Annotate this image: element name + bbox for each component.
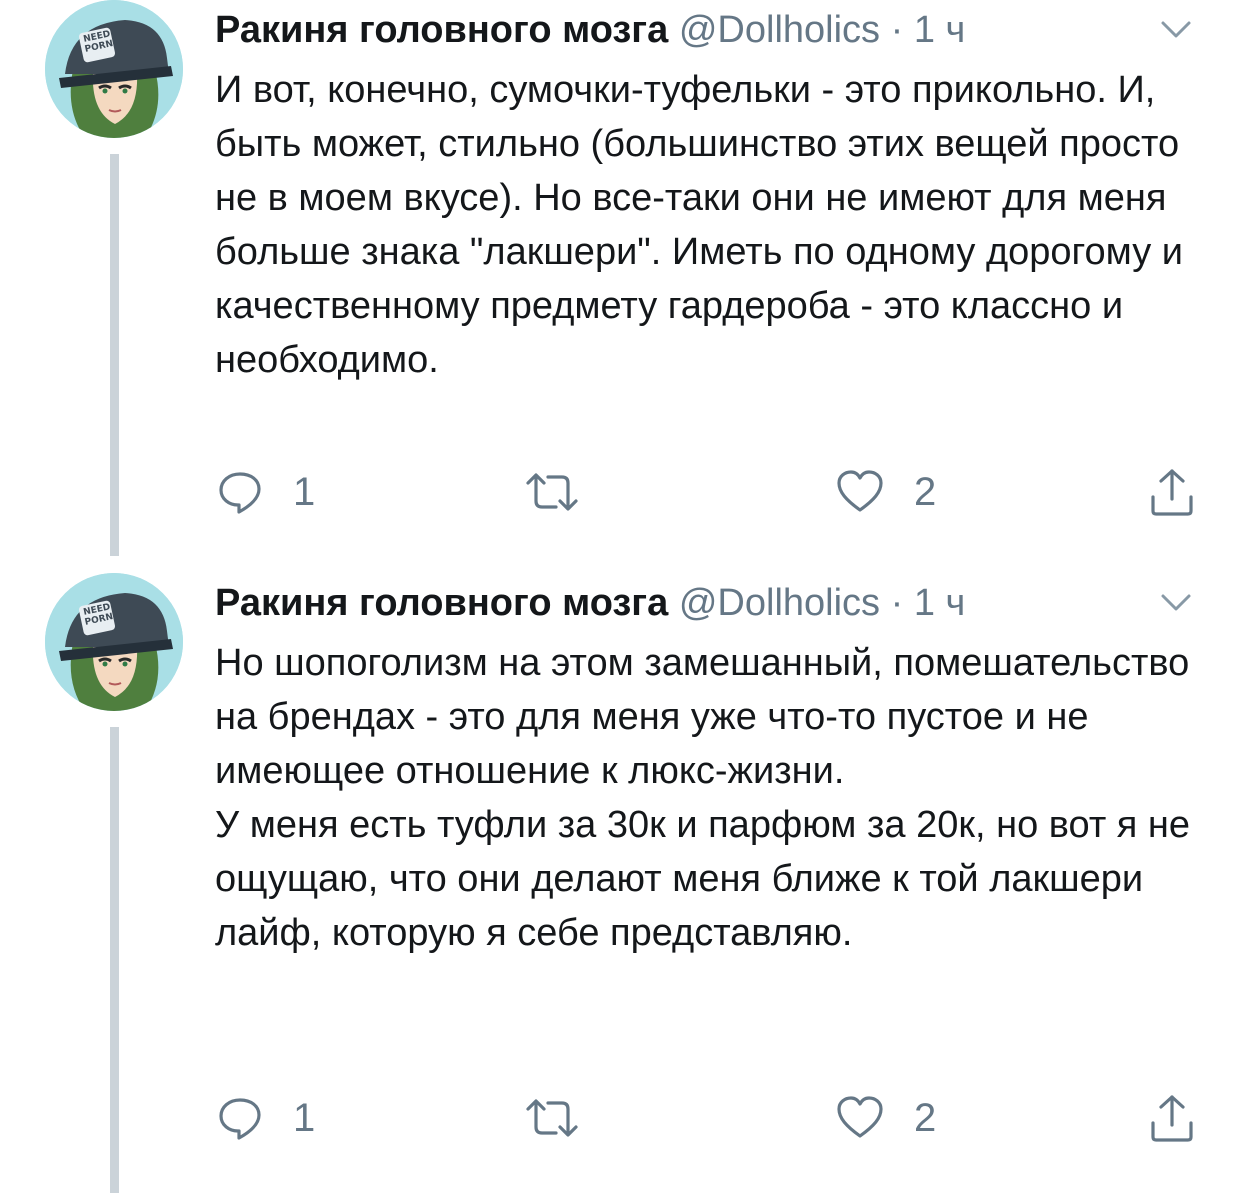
reply-count: 1 bbox=[293, 1095, 316, 1140]
author-handle[interactable]: @Dollholics bbox=[679, 582, 880, 624]
reply-button[interactable]: 1 bbox=[217, 1088, 315, 1148]
share-icon bbox=[1151, 1095, 1193, 1142]
reply-icon bbox=[219, 472, 261, 514]
tweet-actions: 1 2 bbox=[0, 1088, 1242, 1148]
like-button[interactable]: 2 bbox=[836, 462, 936, 522]
tweet-paragraph: Но шопоголизм на этом замешанный, помеша… bbox=[215, 642, 1190, 792]
retweet-icon bbox=[526, 1099, 578, 1137]
separator-dot: · bbox=[890, 9, 904, 51]
retweet-button[interactable] bbox=[524, 462, 610, 522]
tweet-header: Ракиня головного мозга @Dollholics · 1 ч bbox=[215, 8, 965, 52]
heart-icon bbox=[837, 470, 883, 512]
tweet-time[interactable]: 1 ч bbox=[914, 9, 966, 51]
reply-button[interactable]: 1 bbox=[217, 462, 315, 522]
chevron-down-icon bbox=[1161, 594, 1191, 611]
share-button[interactable] bbox=[1149, 462, 1195, 522]
tweet-actions: 1 2 bbox=[0, 462, 1242, 522]
tweet[interactable]: NEED PORN Ракиня головного мозга @Dollho… bbox=[0, 0, 1242, 560]
separator-dot: · bbox=[890, 582, 904, 624]
avatar-need-porn-cap-icon bbox=[45, 0, 183, 138]
share-icon bbox=[1151, 469, 1193, 516]
tweet-text: Но шопоголизм на этом замешанный, помеша… bbox=[215, 636, 1205, 960]
author-name[interactable]: Ракиня головного мозга bbox=[215, 9, 668, 51]
tweet-header: Ракиня головного мозга @Dollholics · 1 ч bbox=[215, 581, 965, 625]
avatar[interactable]: NEED PORN bbox=[45, 573, 183, 711]
tweet-menu-button[interactable] bbox=[1157, 14, 1195, 44]
tweet-menu-button[interactable] bbox=[1157, 587, 1195, 617]
retweet-icon bbox=[526, 473, 578, 511]
tweet-time[interactable]: 1 ч bbox=[914, 582, 966, 624]
author-name[interactable]: Ракиня головного мозга bbox=[215, 582, 668, 624]
tweet-paragraph: У меня есть туфли за 30к и парфюм за 20к… bbox=[215, 804, 1191, 954]
like-count: 2 bbox=[914, 1095, 937, 1140]
reply-count: 1 bbox=[293, 469, 316, 514]
reply-icon bbox=[219, 1098, 261, 1140]
heart-icon bbox=[837, 1096, 883, 1138]
tweet-paragraph: И вот, конечно, сумочки-туфельки - это п… bbox=[215, 69, 1184, 381]
tweet[interactable]: NEED PORN Ракиня головного мозга @Dollho… bbox=[0, 573, 1242, 1193]
tweet-text: И вот, конечно, сумочки-туфельки - это п… bbox=[215, 63, 1205, 387]
like-button[interactable]: 2 bbox=[836, 1088, 936, 1148]
share-button[interactable] bbox=[1149, 1088, 1195, 1148]
author-handle[interactable]: @Dollholics bbox=[679, 9, 880, 51]
like-count: 2 bbox=[914, 469, 937, 514]
retweet-button[interactable] bbox=[524, 1088, 610, 1148]
avatar[interactable]: NEED PORN bbox=[45, 0, 183, 138]
chevron-down-icon bbox=[1161, 21, 1191, 38]
avatar-need-porn-cap-icon bbox=[45, 573, 183, 711]
